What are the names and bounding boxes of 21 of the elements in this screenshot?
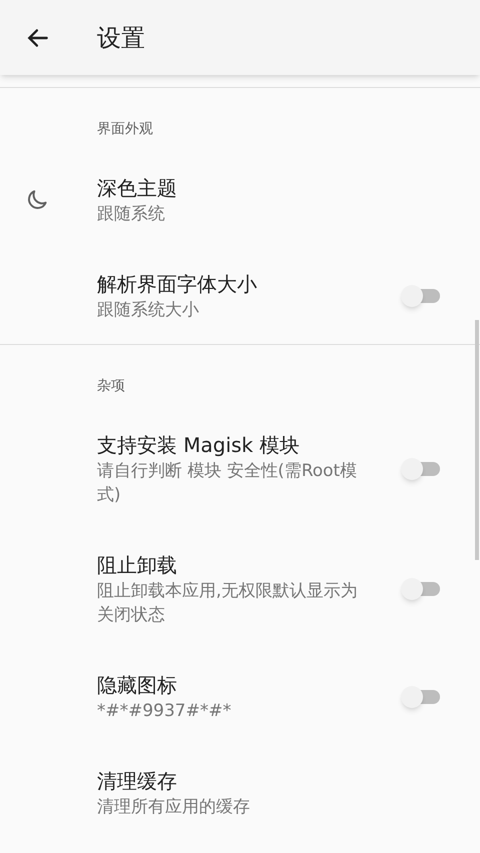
- item-title: 解析界面字体大小: [97, 271, 258, 298]
- item-summary: 跟随系统: [97, 203, 166, 226]
- settings-item[interactable]: 隐藏图标 *#*#9937#*#*: [0, 649, 480, 745]
- toolbar-title: 设置: [97, 22, 145, 54]
- item-title: 支持安装 Magisk 模块: [97, 432, 300, 459]
- settings-item[interactable]: 深色主题 跟随系统: [0, 152, 480, 248]
- item-summary: 跟随系统大小: [97, 299, 200, 322]
- settings-item[interactable]: 支持安装 Magisk 模块 请自行判断 模块 安全性(需Root模式): [0, 409, 480, 529]
- section-header: 杂项: [97, 378, 125, 394]
- item-summary: 阻止卸载本应用,无权限默认显示为关闭状态: [97, 580, 358, 627]
- item-summary: 清理所有应用的缓存: [97, 796, 251, 819]
- item-title: 深色主题: [97, 175, 178, 202]
- settings-item[interactable]: 解析界面字体大小 跟随系统大小: [0, 248, 480, 344]
- settings-item[interactable]: 清理缓存 清理所有应用的缓存: [0, 745, 480, 841]
- item-title: 隐藏图标: [97, 672, 178, 699]
- item-summary: *#*#9937#*#*: [97, 700, 232, 723]
- section-header: 界面外观: [97, 121, 153, 137]
- item-title: 阻止卸载: [97, 552, 178, 579]
- item-title: 清理缓存: [97, 768, 178, 795]
- settings-item[interactable]: 阻止卸载 阻止卸载本应用,无权限默认显示为关闭状态: [0, 529, 480, 649]
- item-summary: 请自行判断 模块 安全性(需Root模式): [97, 460, 358, 507]
